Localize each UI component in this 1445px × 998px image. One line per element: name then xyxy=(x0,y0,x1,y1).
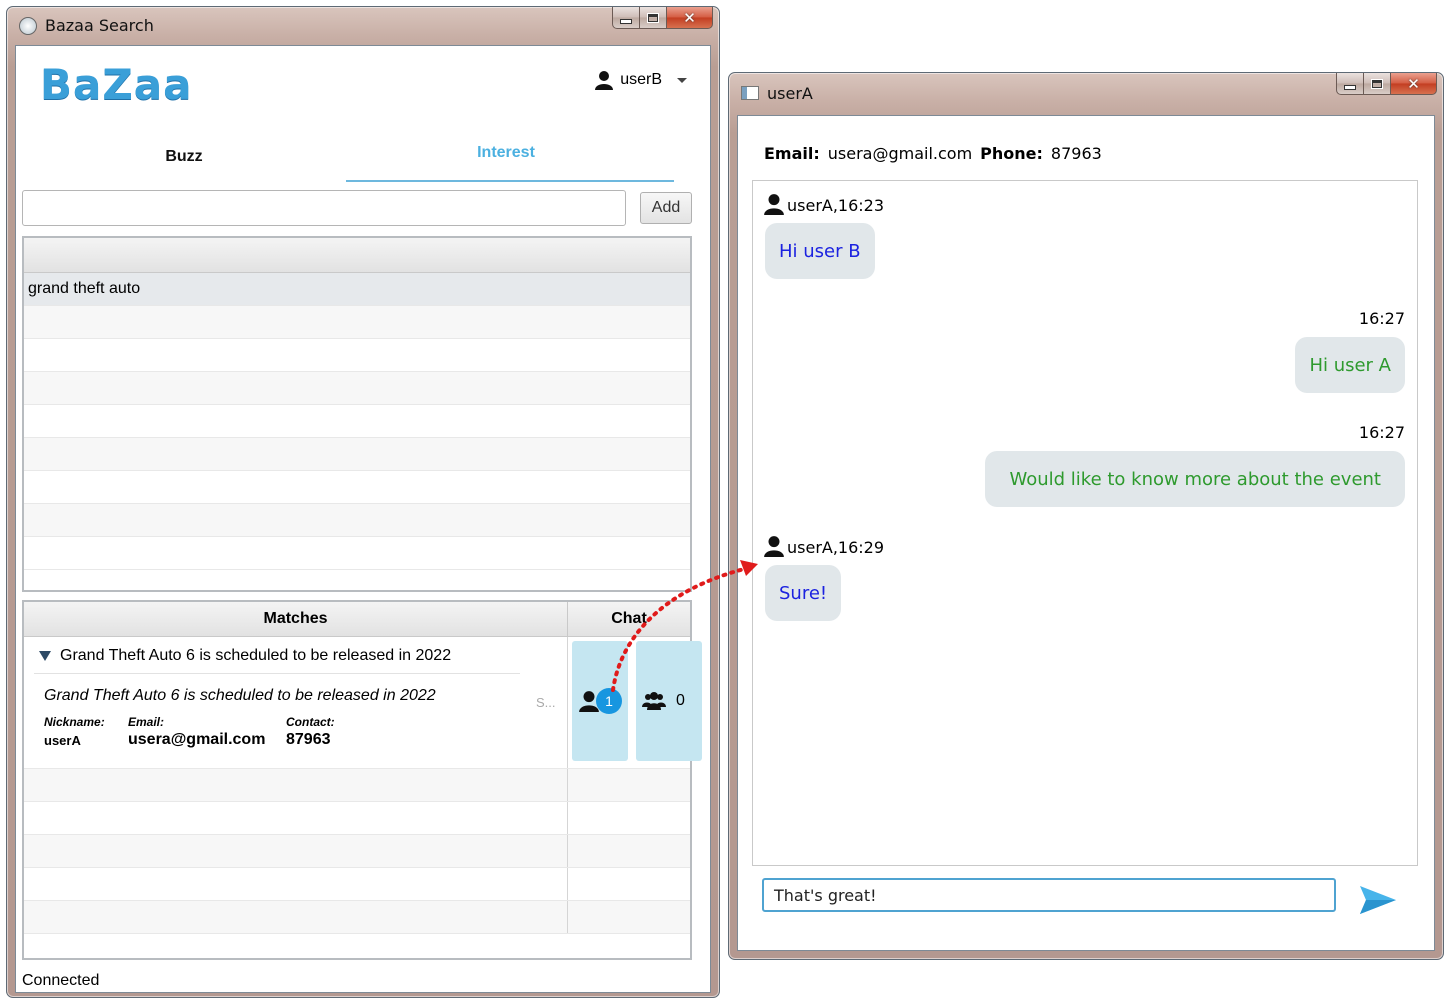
maximize-icon xyxy=(647,12,659,23)
nickname-value: userA xyxy=(44,733,81,748)
current-username: userB xyxy=(620,71,662,88)
connection-status: Connected xyxy=(22,972,100,989)
email-label: Email: xyxy=(764,144,820,163)
contact-value: 87963 xyxy=(286,731,331,748)
sender-label: userA,16:23 xyxy=(787,196,885,215)
minimize-icon xyxy=(1344,84,1356,90)
matches-table: Matches Chat Grand Theft Auto 6 is sched… xyxy=(22,600,702,960)
table-row xyxy=(24,438,690,471)
group-chat-button[interactable]: 0 xyxy=(636,641,702,761)
message-bubble-incoming: Sure! xyxy=(765,565,842,621)
close-button[interactable]: ✕ xyxy=(667,7,713,29)
bazaa-logo: BaZaa xyxy=(40,60,193,109)
interest-input[interactable] xyxy=(22,190,626,226)
private-chat-button[interactable]: 1 xyxy=(572,641,628,761)
minimize-button[interactable] xyxy=(1336,73,1364,95)
match-detail: Grand Theft Auto 6 is scheduled to be re… xyxy=(24,637,568,768)
close-button[interactable]: ✕ xyxy=(1391,73,1437,95)
user-icon xyxy=(764,536,784,557)
table-row xyxy=(24,835,690,868)
match-source: S... xyxy=(536,695,556,710)
chat-client-area: Email: usera@gmail.com Phone: 87963 userA,1… xyxy=(737,115,1435,951)
interests-table: grand theft auto xyxy=(22,236,692,592)
message-input[interactable]: That's great! xyxy=(762,878,1336,912)
interest-row[interactable]: grand theft auto xyxy=(24,273,690,306)
table-row xyxy=(24,868,690,901)
user-icon xyxy=(764,194,784,215)
message-sender: userA,16:29 xyxy=(763,535,884,557)
message-list[interactable]: userA,16:23 Hi user B 16:27 Hi user A 16… xyxy=(752,180,1418,866)
maximize-button[interactable] xyxy=(640,7,667,29)
match-title: Grand Theft Auto 6 is scheduled to be re… xyxy=(60,647,452,664)
message-sender: userA,16:23 xyxy=(763,193,884,215)
user-menu[interactable]: userB xyxy=(594,70,690,90)
group-count: 0 xyxy=(676,692,685,709)
unread-badge: 1 xyxy=(596,688,622,714)
maximize-icon xyxy=(1371,78,1383,89)
send-button[interactable] xyxy=(1358,882,1398,916)
minimize-button[interactable] xyxy=(612,7,640,29)
send-icon xyxy=(1360,886,1396,914)
email-value: usera@gmail.com xyxy=(128,731,266,748)
chat-title-bar[interactable]: userA ✕ xyxy=(729,73,1443,109)
message-bubble-incoming: Hi user B xyxy=(765,223,875,279)
tab-buzz[interactable]: Buzz xyxy=(24,148,344,166)
contact-info: Email: usera@gmail.com Phone: 87963 xyxy=(764,144,1102,163)
tab-interest[interactable]: Interest xyxy=(346,144,666,162)
table-row xyxy=(24,339,690,372)
message-time: 16:27 xyxy=(1358,423,1405,442)
nickname-label: Nickname: xyxy=(44,715,105,729)
table-row xyxy=(24,471,690,504)
sender-label: userA,16:29 xyxy=(787,538,885,557)
chat-column-header[interactable]: Chat xyxy=(568,602,690,636)
email-value: usera@gmail.com xyxy=(827,144,973,163)
matches-column-header[interactable]: Matches xyxy=(24,602,568,636)
bazaa-search-window: Bazaa Search ✕ BaZaa userB Buzz Interest… xyxy=(6,6,720,998)
maximize-button[interactable] xyxy=(1364,73,1391,95)
window-icon xyxy=(741,86,759,100)
chat-window-title: userA xyxy=(767,84,813,103)
tab-interest-underline xyxy=(346,180,674,182)
chat-cell: 1 0 xyxy=(568,637,702,768)
table-row xyxy=(24,901,690,934)
main-client-area: BaZaa userB Buzz Interest Add grand thef… xyxy=(15,45,711,993)
title-bar[interactable]: Bazaa Search ✕ xyxy=(7,7,719,43)
minimize-icon xyxy=(620,18,632,24)
email-label: Email: xyxy=(128,715,165,729)
app-icon xyxy=(19,17,37,35)
chat-window: userA ✕ Email: usera@gmail.com Phone: 87963… xyxy=(728,72,1444,960)
phone-value: 87963 xyxy=(1050,144,1102,163)
table-row xyxy=(24,537,690,570)
phone-label: Phone: xyxy=(980,144,1043,163)
close-icon: ✕ xyxy=(683,8,696,27)
users-group-icon xyxy=(642,692,666,710)
table-row xyxy=(24,504,690,537)
contact-label: Contact: xyxy=(286,715,335,729)
message-bubble-outgoing: Would like to know more about the event xyxy=(985,451,1405,507)
message-bubble-outgoing: Hi user A xyxy=(1295,337,1405,393)
message-time: 16:27 xyxy=(1358,309,1405,328)
add-button[interactable]: Add xyxy=(640,192,692,224)
chevron-down-icon xyxy=(677,78,687,83)
table-row xyxy=(24,372,690,405)
window-title: Bazaa Search xyxy=(45,16,154,35)
expand-triangle-icon[interactable] xyxy=(38,650,52,662)
user-icon xyxy=(595,71,614,90)
table-row xyxy=(24,769,690,802)
match-title-divider xyxy=(34,673,520,674)
interest-text: grand theft auto xyxy=(28,280,141,297)
match-row[interactable]: Grand Theft Auto 6 is scheduled to be re… xyxy=(24,637,702,769)
match-description: Grand Theft Auto 6 is scheduled to be re… xyxy=(44,687,436,704)
table-row xyxy=(24,306,690,339)
interests-table-header xyxy=(24,238,690,273)
match-title-line[interactable]: Grand Theft Auto 6 is scheduled to be re… xyxy=(38,647,451,665)
table-row xyxy=(24,405,690,438)
table-row xyxy=(24,802,690,835)
close-icon: ✕ xyxy=(1407,74,1420,93)
matches-table-header: Matches Chat xyxy=(24,602,690,637)
